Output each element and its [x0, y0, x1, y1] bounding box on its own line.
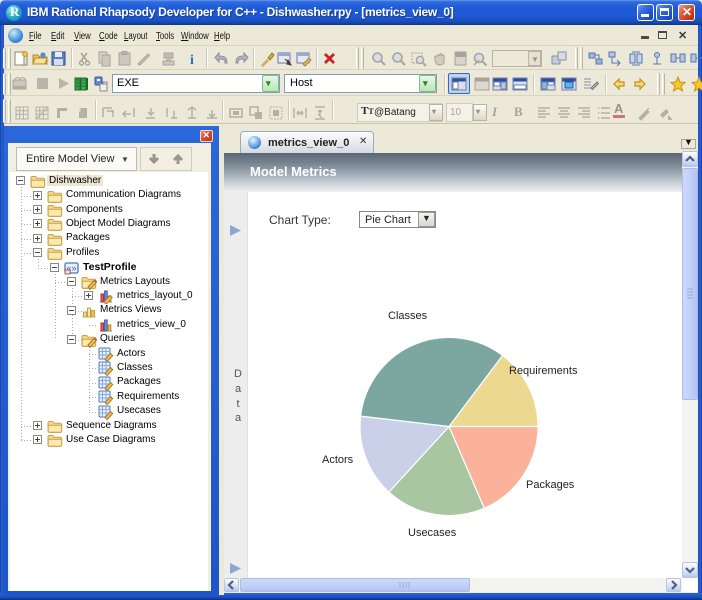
svg-text:i: i	[190, 53, 194, 67]
